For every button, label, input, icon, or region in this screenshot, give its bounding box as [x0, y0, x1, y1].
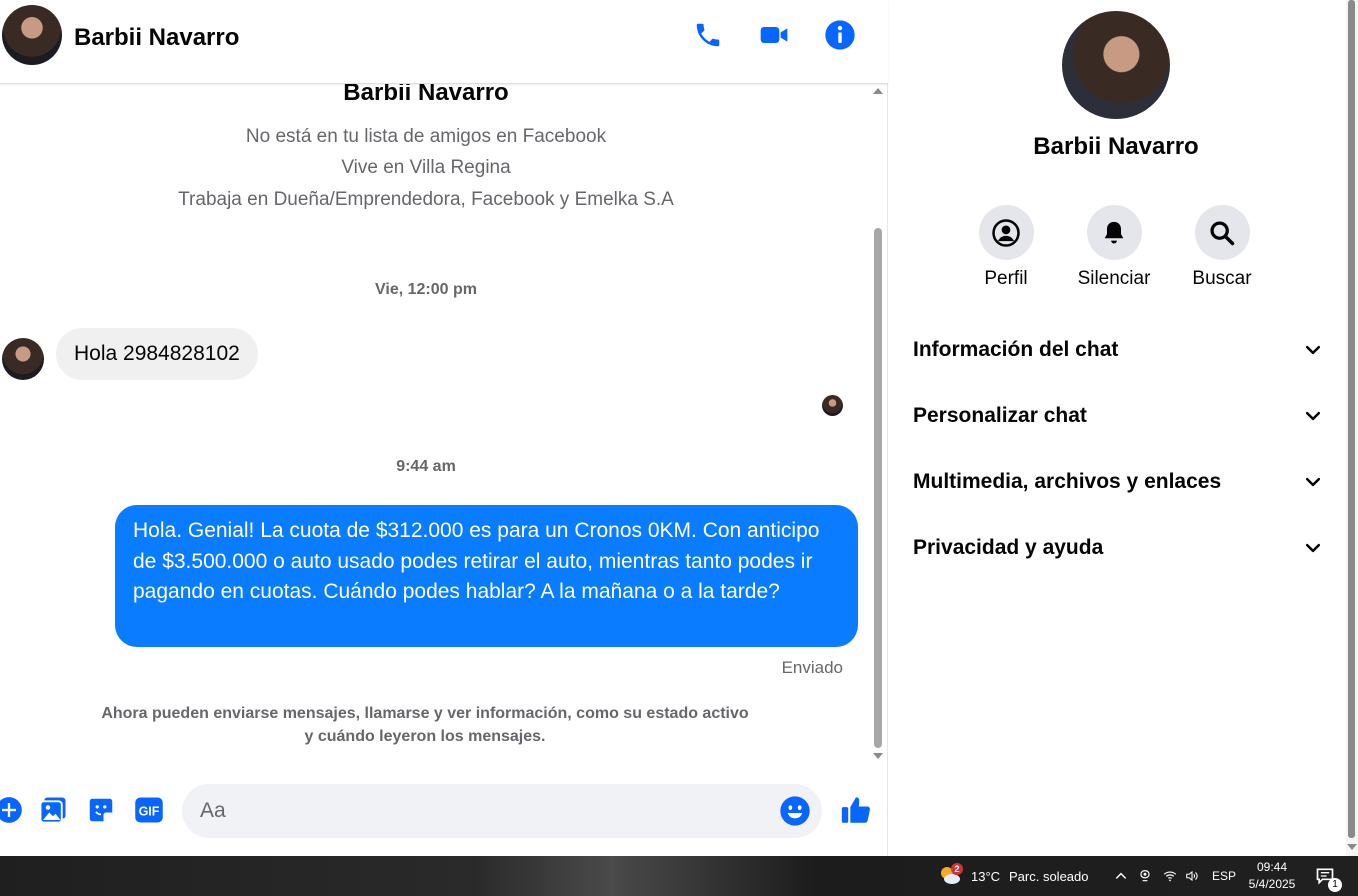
mute-label: Silenciar: [1077, 268, 1151, 289]
svg-text:GIF: GIF: [139, 805, 160, 819]
timestamp: 9:44 am: [396, 458, 456, 475]
network-button[interactable]: [1162, 856, 1178, 896]
mute-button[interactable]: Silenciar: [1064, 205, 1164, 290]
section-customize-chat[interactable]: Personalizar chat: [913, 396, 1323, 436]
intro-location: Vive en Villa Regina: [341, 157, 511, 178]
wifi-icon: [1163, 871, 1177, 882]
bell-icon: [1104, 221, 1124, 243]
chevron-up-icon: [1115, 872, 1127, 879]
profile-avatar-large[interactable]: [1062, 11, 1170, 119]
outgoing-message[interactable]: Hola. Genial! La cuota de $312.000 es pa…: [115, 505, 858, 647]
messenger-window: Barbii Navarro Barbii Navarro No está en…: [0, 0, 1358, 856]
gif-button[interactable]: GIF: [133, 794, 165, 826]
chevron-down-icon: [1305, 345, 1321, 355]
clock-time: 09:44: [1256, 860, 1288, 874]
section-privacy-help[interactable]: Privacidad y ayuda: [913, 528, 1323, 568]
message-list[interactable]: Barbii Navarro No está en tu lista de am…: [0, 84, 870, 764]
chat-header: Barbii Navarro: [0, 0, 888, 84]
conversation-info-button[interactable]: [821, 16, 859, 54]
section-chat-info[interactable]: Información del chat: [913, 330, 1323, 370]
chat-details-pane: Barbii Navarro Perfil Silenciar Buscar I…: [889, 0, 1343, 856]
video-camera-icon: [760, 27, 788, 43]
sticker-icon: [89, 798, 113, 822]
weather-badge: 2: [951, 863, 963, 875]
contact-name[interactable]: Barbii Navarro: [74, 24, 239, 52]
search-icon: [1210, 220, 1235, 245]
intro-friend-status: No está en tu lista de amigos en Faceboo…: [245, 126, 607, 147]
read-receipt-avatar: [822, 395, 843, 416]
incoming-message[interactable]: Hola 2984828102: [56, 328, 258, 380]
gif-icon: GIF: [135, 797, 163, 823]
clock-date: 5/4/2025: [1248, 877, 1296, 891]
thumbs-up-icon: [841, 797, 870, 823]
emoji-icon: [780, 796, 810, 826]
intro-work: Trabaja en Dueña/Emprendedora, Facebook …: [178, 189, 674, 210]
emoji-button[interactable]: [779, 795, 811, 827]
meet-now-button[interactable]: [1138, 856, 1152, 896]
sticker-button[interactable]: [85, 794, 117, 826]
chevron-down-icon: [1305, 411, 1321, 421]
sender-avatar[interactable]: [2, 338, 44, 380]
details-scrollbar[interactable]: [1346, 0, 1358, 856]
message-input[interactable]: [200, 784, 760, 838]
search-button[interactable]: Buscar: [1172, 205, 1272, 290]
voice-call-button[interactable]: [689, 16, 727, 54]
weather-text[interactable]: Parc. soleado: [1009, 856, 1089, 896]
temperature[interactable]: 13°C: [971, 856, 1000, 896]
speaker-icon: [1186, 870, 1198, 882]
chat-pane: Barbii Navarro Barbii Navarro No está en…: [0, 0, 888, 856]
profile-button[interactable]: Perfil: [956, 205, 1056, 290]
scroll-up-arrow[interactable]: [873, 88, 883, 94]
profile-label: Perfil: [984, 268, 1028, 289]
phone-icon: [696, 23, 720, 47]
chevron-down-icon: [1305, 543, 1321, 553]
message-status: Enviado: [781, 658, 843, 677]
intro-name: Barbii Navarro: [343, 84, 509, 106]
video-call-button[interactable]: [755, 16, 793, 54]
plus-icon: [0, 797, 22, 823]
profile-icon: [992, 218, 1020, 247]
message-input-wrapper: [182, 784, 822, 838]
timestamp: Vie, 12:00 pm: [375, 281, 477, 298]
camera-icon: [1140, 870, 1150, 882]
info-icon: [825, 20, 855, 50]
chevron-down-icon: [1305, 477, 1321, 487]
scroll-thumb[interactable]: [874, 228, 882, 748]
clock[interactable]: 09:44 5/4/2025: [1244, 859, 1300, 893]
profile-name: Barbii Navarro: [1033, 133, 1199, 160]
input-language[interactable]: ESP: [1212, 856, 1236, 896]
scroll-down-arrow[interactable]: [1347, 844, 1357, 850]
more-actions-button[interactable]: [0, 794, 25, 826]
attach-photo-button[interactable]: [37, 794, 69, 826]
section-title: Privacidad y ayuda: [913, 536, 1104, 559]
section-title: Personalizar chat: [913, 404, 1087, 427]
contact-avatar[interactable]: [2, 5, 62, 65]
privacy-notice: Ahora pueden enviarse mensajes, llamarse…: [101, 705, 749, 745]
like-button[interactable]: [838, 792, 874, 828]
message-scrollbar[interactable]: [870, 84, 886, 764]
section-media-files-links[interactable]: Multimedia, archivos y enlaces: [913, 462, 1323, 502]
scroll-down-arrow[interactable]: [873, 753, 883, 759]
image-icon: [39, 797, 66, 824]
composer: GIF: [0, 764, 888, 856]
scroll-thumb[interactable]: [1348, 0, 1355, 838]
section-title: Información del chat: [913, 338, 1119, 361]
search-label: Buscar: [1192, 268, 1252, 289]
windows-taskbar: 2 13°C Parc. soleado ESP 09:44 5/4/2025 …: [0, 856, 1358, 896]
show-hidden-icons-button[interactable]: [1114, 856, 1128, 896]
section-title: Multimedia, archivos y enlaces: [913, 470, 1222, 493]
volume-button[interactable]: [1184, 856, 1200, 896]
notification-count: 1: [1328, 878, 1342, 892]
notifications-button[interactable]: 1: [1315, 856, 1342, 896]
